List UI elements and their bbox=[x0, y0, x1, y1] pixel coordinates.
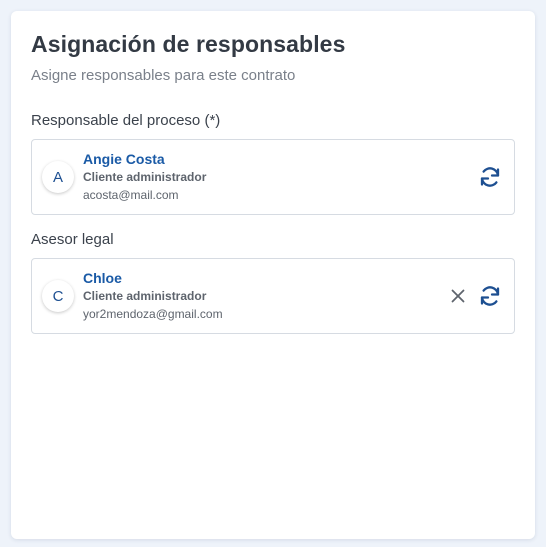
close-icon[interactable] bbox=[446, 284, 470, 308]
user-info: Angie Costa Cliente administrador acosta… bbox=[83, 150, 478, 204]
assignment-card: Asignación de responsables Asigne respon… bbox=[11, 11, 535, 539]
legal-advisor-label: Asesor legal bbox=[31, 231, 114, 248]
page-subtitle: Asigne responsables para este contrato bbox=[31, 67, 296, 84]
user-email: yor2mendoza@gmail.com bbox=[83, 307, 223, 321]
page-title: Asignación de responsables bbox=[31, 31, 346, 57]
user-role: Cliente administrador bbox=[83, 170, 207, 184]
process-owner-card: A Angie Costa Cliente administrador acos… bbox=[31, 139, 515, 215]
user-email: acosta@mail.com bbox=[83, 188, 179, 202]
legal-advisor-card: C Chloe Cliente administrador yor2mendoz… bbox=[31, 258, 515, 334]
user-name: Angie Costa bbox=[83, 151, 165, 167]
refresh-icon[interactable] bbox=[478, 165, 502, 189]
avatar: A bbox=[42, 161, 74, 193]
card-actions bbox=[478, 165, 502, 189]
avatar: C bbox=[42, 280, 74, 312]
refresh-icon[interactable] bbox=[478, 284, 502, 308]
card-actions bbox=[446, 284, 502, 308]
process-owner-label: Responsable del proceso (*) bbox=[31, 112, 221, 129]
user-info: Chloe Cliente administrador yor2mendoza@… bbox=[83, 269, 446, 323]
user-name: Chloe bbox=[83, 270, 122, 286]
user-role: Cliente administrador bbox=[83, 289, 207, 303]
